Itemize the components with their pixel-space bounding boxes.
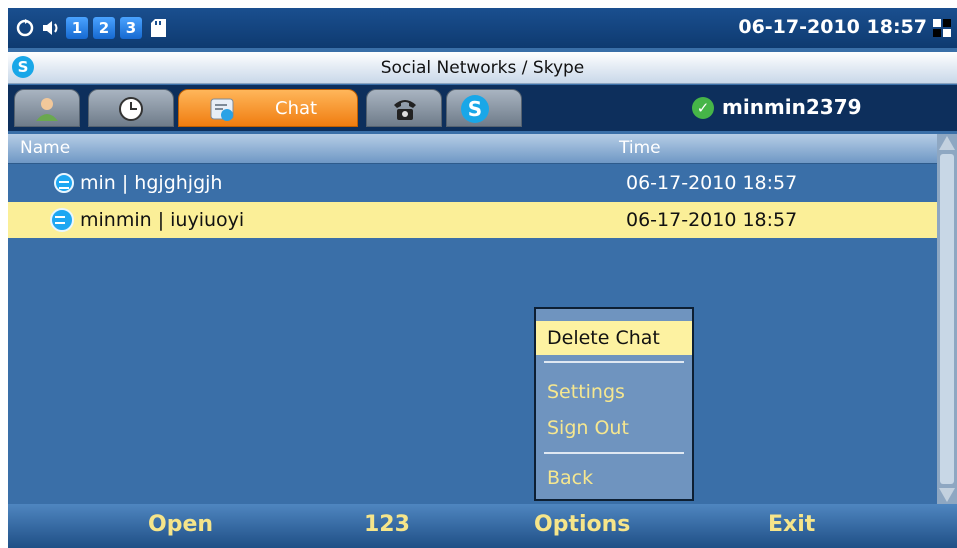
options-softkey[interactable]: Options (534, 512, 630, 537)
online-status-icon: ✓ (692, 97, 714, 119)
exit-softkey[interactable]: Exit (768, 512, 815, 537)
phone-screen: 1 2 3 06-17-2010 18:57 S Social Networks… (8, 8, 957, 548)
status-datetime: 06-17-2010 18:57 (738, 16, 927, 38)
tab-contacts[interactable] (14, 89, 80, 127)
skype-icon: S (461, 95, 489, 123)
menu-item-settings[interactable]: Settings (536, 375, 692, 409)
menu-divider (544, 452, 684, 454)
scroll-down-arrow-icon[interactable] (939, 488, 955, 502)
options-menu: Delete Chat Settings Sign Out Back (534, 307, 694, 501)
column-time-header[interactable]: Time (619, 138, 661, 158)
input-mode-softkey[interactable]: 123 (364, 512, 410, 537)
sd-card-icon (147, 17, 169, 39)
tab-chat-label: Chat (275, 98, 318, 119)
user-name: minmin2379 (722, 95, 862, 119)
phone-icon (391, 95, 419, 123)
tab-history[interactable] (88, 89, 174, 127)
chat-bubble-icon (50, 208, 74, 232)
scroll-thumb[interactable] (940, 154, 954, 484)
status-bar: 1 2 3 06-17-2010 18:57 (8, 8, 957, 48)
softkey-bar: Open 123 Options Exit (8, 504, 957, 548)
indicator-3: 3 (120, 17, 142, 39)
chat-row-selected[interactable]: minmin | iuyiuoyi 06-17-2010 18:57 (8, 202, 937, 238)
indicator-2: 2 (93, 17, 115, 39)
volume-icon (40, 17, 62, 39)
chat-bubble-icon (54, 173, 74, 193)
column-name-header[interactable]: Name (20, 138, 70, 158)
chat-time: 06-17-2010 18:57 (626, 209, 798, 231)
menu-item-delete-chat[interactable]: Delete Chat (536, 321, 692, 355)
tab-phone[interactable] (366, 89, 442, 127)
sync-icon (14, 17, 36, 39)
menu-item-sign-out[interactable]: Sign Out (536, 411, 692, 445)
tab-skype[interactable]: S (446, 89, 522, 127)
history-clock-icon (117, 95, 145, 123)
tab-chat[interactable]: Chat (178, 89, 358, 127)
chat-title: min | hgjghjgjh (80, 172, 223, 194)
chat-title: minmin | iuyiuoyi (80, 209, 245, 231)
list-header: Name Time (8, 134, 937, 164)
scroll-up-arrow-icon[interactable] (939, 136, 955, 150)
open-softkey[interactable]: Open (148, 512, 213, 537)
chat-icon (209, 95, 237, 123)
chat-time: 06-17-2010 18:57 (626, 172, 798, 194)
contacts-icon (33, 95, 61, 123)
title-bar: S Social Networks / Skype (8, 52, 957, 84)
menu-item-back[interactable]: Back (536, 461, 692, 495)
chat-row[interactable]: min | hgjghjgjh 06-17-2010 18:57 (8, 165, 937, 201)
indicator-1: 1 (66, 17, 88, 39)
menu-divider (544, 361, 684, 363)
list-scrollbar[interactable] (937, 134, 957, 504)
page-title: Social Networks / Skype (380, 58, 585, 78)
tab-bar: Chat S ✓ minmin2379 (8, 85, 957, 131)
signal-icon (933, 19, 951, 37)
